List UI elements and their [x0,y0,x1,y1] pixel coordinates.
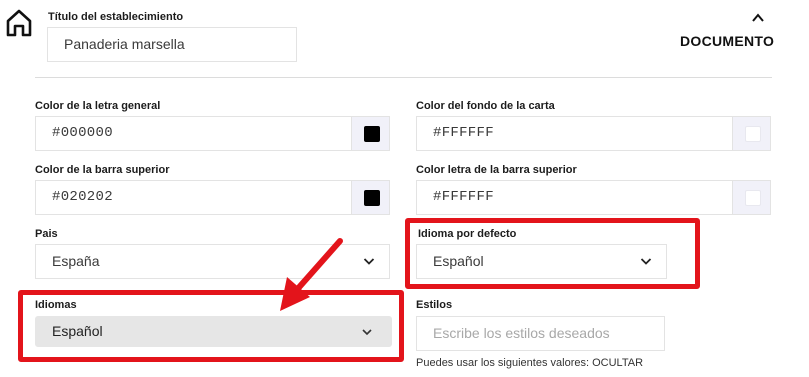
card-bg-color-label: Color del fondo de la carta [416,100,555,112]
title-label: Título del establecimiento [48,11,184,23]
color-picker-button[interactable] [732,117,770,150]
divider [35,77,772,78]
chevron-up-icon[interactable] [751,11,765,25]
styles-placeholder: Escribe los estilos deseados [433,325,610,341]
title-input[interactable]: Panaderia marsella [47,27,297,62]
chevron-down-icon [363,258,375,265]
title-value: Panaderia marsella [64,36,185,52]
styles-input[interactable]: Escribe los estilos deseados [416,316,665,351]
topbar-color-input[interactable]: #020202 [35,180,390,215]
card-bg-color-value: #FFFFFF [433,125,494,141]
country-label: Pais [35,228,58,240]
color-picker-button[interactable] [351,181,389,214]
card-bg-color-input[interactable]: #FFFFFF [416,116,771,151]
color-swatch [364,126,380,142]
color-picker-button[interactable] [732,181,770,214]
topbar-text-color-input[interactable]: #FFFFFF [416,180,771,215]
general-text-color-input[interactable]: #000000 [35,116,390,151]
section-title[interactable]: DOCUMENTO [680,33,774,49]
topbar-color-value: #020202 [52,189,113,205]
general-text-color-label: Color de la letra general [35,100,161,112]
topbar-text-color-value: #FFFFFF [433,189,494,205]
color-swatch [364,190,380,206]
color-swatch [745,126,761,142]
country-value: España [52,253,100,269]
color-picker-button[interactable] [351,117,389,150]
topbar-color-label: Color de la barra superior [35,164,170,176]
color-swatch [745,190,761,206]
topbar-text-color-label: Color letra de la barra superior [416,164,577,176]
home-icon[interactable] [4,8,34,38]
arrow-annotation [280,238,343,311]
styles-hint: Puedes usar los siguientes valores: OCUL… [416,357,644,369]
highlight-box-default-language [405,218,700,289]
general-text-color-value: #000000 [52,125,113,141]
styles-label: Estilos [416,299,453,311]
